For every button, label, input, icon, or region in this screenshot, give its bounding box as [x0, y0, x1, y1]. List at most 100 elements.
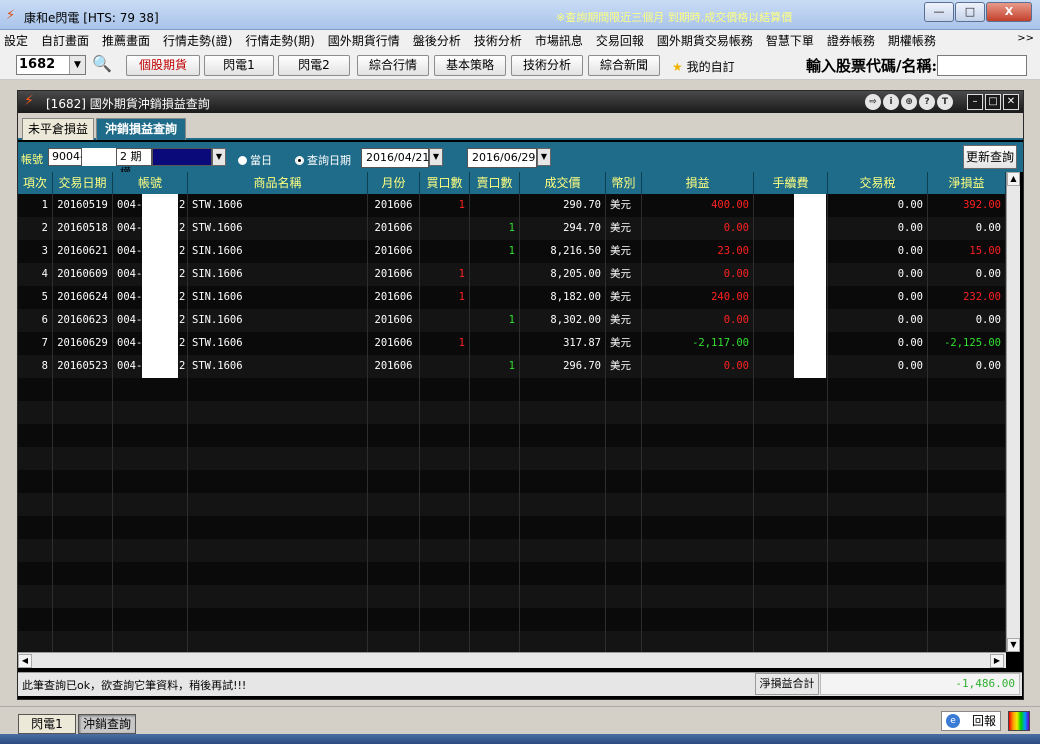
favorites-button[interactable]: ★ 我的自訂	[672, 58, 735, 75]
column-header-fee[interactable]: 手續費	[754, 172, 828, 194]
table-row[interactable]: 5 20160624 004- 2 SIN.1606 201606 1 8,182.00 美元 2…	[18, 286, 1006, 309]
inner-close-button[interactable]: ✕	[1003, 94, 1019, 110]
report-button[interactable]: e 回報	[941, 711, 1001, 731]
table-row[interactable]: 6 20160623 004- 2 SIN.1606 201606 1 8,302.00 美元 0…	[18, 309, 1006, 332]
column-header-date[interactable]: 交易日期	[53, 172, 113, 194]
inner-minimize-button[interactable]: –	[967, 94, 983, 110]
export-icon[interactable]: ⇨	[865, 94, 881, 110]
table-row[interactable]	[18, 608, 1006, 631]
help-icon[interactable]: ?	[919, 94, 935, 110]
menu-item[interactable]: 智慧下單	[766, 32, 814, 49]
column-header-index[interactable]: 項次	[18, 172, 53, 194]
bottom-tab-settlement[interactable]: 沖銷查詢	[78, 714, 136, 734]
search-icon[interactable]: 🔍	[92, 54, 112, 73]
table-row[interactable]	[18, 493, 1006, 516]
scroll-left-icon[interactable]: ◀	[18, 654, 32, 668]
table-row[interactable]: 2 20160518 004- 2 STW.1606 201606 1 294.70 美元 0.0…	[18, 217, 1006, 240]
tab-settlement-query[interactable]: 沖銷損益查詢	[96, 118, 186, 140]
menu-item[interactable]: 行情走勢(證)	[163, 32, 232, 49]
table-row[interactable]: 8 20160523 004- 2 STW.1606 201606 1 296.70 美元 0.0…	[18, 355, 1006, 378]
cell-idx	[18, 470, 53, 493]
account-selection[interactable]	[152, 148, 212, 166]
column-header-month[interactable]: 月份	[368, 172, 420, 194]
stock-code-combo[interactable]: 1682 ▼	[16, 55, 86, 75]
table-row[interactable]	[18, 401, 1006, 424]
flash2-button[interactable]: 閃電2	[278, 55, 350, 76]
table-row[interactable]	[18, 562, 1006, 585]
table-row[interactable]: 1 20160519 004- 2 STW.1606 201606 1 290.70 美元 400…	[18, 194, 1006, 217]
technical-analysis-button[interactable]: 技術分析	[511, 55, 583, 76]
scroll-up-icon[interactable]: ▲	[1007, 172, 1020, 186]
color-palette-icon[interactable]	[1008, 711, 1030, 731]
menu-item[interactable]: 行情走勢(期)	[245, 32, 314, 49]
add-icon[interactable]: ⊕	[901, 94, 917, 110]
radio-date-range[interactable]: 查詢日期	[295, 152, 351, 168]
cell-sell	[470, 263, 520, 286]
news-button[interactable]: 綜合新聞	[588, 55, 660, 76]
column-header-buy[interactable]: 買口數	[420, 172, 470, 194]
table-row[interactable]	[18, 585, 1006, 608]
table-row[interactable]	[18, 516, 1006, 539]
table-row[interactable]	[18, 470, 1006, 493]
date-to-field[interactable]: 2016/06/29	[467, 148, 537, 168]
column-header-tax[interactable]: 交易稅	[828, 172, 928, 194]
close-button[interactable]: X	[986, 2, 1032, 22]
column-header-pnl[interactable]: 損益	[642, 172, 754, 194]
stock-code-value: 1682	[19, 57, 56, 72]
column-header-currency[interactable]: 幣別	[606, 172, 642, 194]
table-row[interactable]	[18, 631, 1006, 654]
table-row[interactable]	[18, 424, 1006, 447]
menu-item[interactable]: 國外期貨交易帳務	[657, 32, 753, 49]
date-to-dropdown[interactable]: ▼	[537, 148, 551, 166]
menu-item[interactable]: 市場訊息	[535, 32, 583, 49]
menu-item[interactable]: 自訂畫面	[41, 32, 89, 49]
radio-today[interactable]: 當日	[238, 152, 272, 168]
menu-item[interactable]: 國外期貨行情	[328, 32, 400, 49]
horizontal-scrollbar[interactable]: ◀ ▶	[18, 652, 1006, 668]
cell-fee	[754, 378, 828, 401]
column-header-product[interactable]: 商品名稱	[188, 172, 368, 194]
flash1-button[interactable]: 閃電1	[204, 55, 274, 76]
basic-strategy-button[interactable]: 基本策略	[434, 55, 506, 76]
column-header-price[interactable]: 成交價	[520, 172, 606, 194]
date-from-dropdown[interactable]: ▼	[429, 148, 443, 166]
cell-product	[188, 378, 368, 401]
tab-open-positions[interactable]: 未平倉損益	[22, 118, 94, 140]
table-row[interactable]	[18, 447, 1006, 470]
menu-item[interactable]: 盤後分析	[413, 32, 461, 49]
stock-futures-button[interactable]: 個股期貨	[126, 55, 200, 76]
table-row[interactable]: 7 20160629 004- 2 STW.1606 201606 1 317.87 美元 -2,…	[18, 332, 1006, 355]
redacted-mask	[794, 286, 826, 309]
column-header-account[interactable]: 帳號	[113, 172, 188, 194]
scroll-right-icon[interactable]: ▶	[990, 654, 1004, 668]
pin-icon[interactable]: T	[937, 94, 953, 110]
maximize-button[interactable]: □	[955, 2, 985, 22]
table-row[interactable]: 4 20160609 004- 2 SIN.1606 201606 1 8,205.00 美元 0…	[18, 263, 1006, 286]
chevron-down-icon[interactable]: ▼	[212, 148, 226, 166]
table-row[interactable]	[18, 539, 1006, 562]
market-overview-button[interactable]: 綜合行情	[357, 55, 429, 76]
cell-month	[368, 585, 420, 608]
chevron-down-icon[interactable]: ▼	[69, 56, 85, 74]
refresh-query-button[interactable]: 更新查詢	[963, 145, 1017, 169]
inner-maximize-button[interactable]: □	[985, 94, 1001, 110]
minimize-button[interactable]: —	[924, 2, 954, 22]
menu-item[interactable]: 證券帳務	[827, 32, 875, 49]
scroll-down-icon[interactable]: ▼	[1007, 638, 1020, 652]
menu-item[interactable]: 技術分析	[474, 32, 522, 49]
table-row[interactable]: 3 20160621 004- 2 SIN.1606 201606 1 8,216.50 美元 2…	[18, 240, 1006, 263]
bottom-tab-flash1[interactable]: 閃電1	[18, 714, 76, 734]
cell-net: -2,125.00	[928, 332, 1006, 355]
vertical-scrollbar[interactable]: ▲ ▼	[1006, 172, 1020, 652]
info-icon[interactable]: i	[883, 94, 899, 110]
column-header-sell[interactable]: 賣口數	[470, 172, 520, 194]
stock-code-input[interactable]	[937, 55, 1027, 76]
column-header-net-pnl[interactable]: 淨損益	[928, 172, 1006, 194]
date-from-field[interactable]: 2016/04/21	[361, 148, 429, 168]
menu-item[interactable]: 交易回報	[596, 32, 644, 49]
menu-item[interactable]: 推薦畫面	[102, 32, 150, 49]
table-row[interactable]	[18, 378, 1006, 401]
menu-overflow-button[interactable]: >>	[1017, 33, 1034, 44]
menu-item[interactable]: 設定	[4, 32, 28, 49]
menu-item[interactable]: 期權帳務	[888, 32, 936, 49]
